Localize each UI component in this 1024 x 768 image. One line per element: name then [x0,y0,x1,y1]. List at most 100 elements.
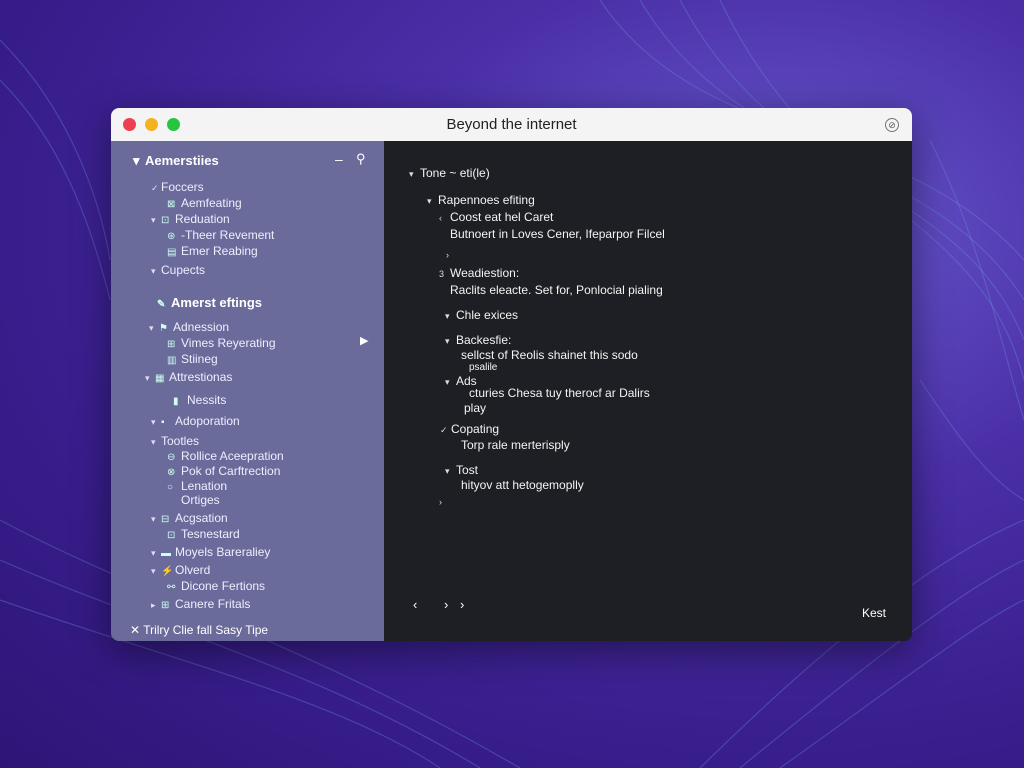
sidebar-item-label: Rollice Aceepration [181,449,284,463]
content-line[interactable]: ▾ Backesfie: [445,333,511,347]
sidebar-item[interactable]: ⊡ Tesnestard [167,527,240,541]
chevron-down-icon: ▾ [427,196,432,206]
chevron-right-icon: ▸ [151,600,156,610]
item-icon: ▮ [173,396,179,407]
sidebar-item[interactable]: ▾ ▦ Attrestionas [145,370,232,384]
sidebar-item-label: Cupects [161,263,206,277]
sidebar-item[interactable]: ⚯ Dicone Fertions [167,579,265,593]
sidebar-item-label: Canere Fritals [175,597,251,611]
content-line: Torp rale merterisply [461,438,570,452]
content-line[interactable]: ✓ Copating [440,422,499,436]
sidebar-item-label: Stiineg [181,352,218,366]
content-line: cturies Chesa tuy therocf ar Dalirs [469,386,650,400]
content-line[interactable]: ▾ Tone ~ eti(le) [409,166,490,180]
sidebar-item[interactable]: ⊗ Pok of Carftrection [167,464,280,478]
sidebar-item[interactable]: ▾ ▬ Moyels Bareraliey [151,545,270,559]
chevron-down-icon: ▾ [151,266,156,276]
sidebar-item[interactable]: ▾ ⚡ Olverd [151,563,210,577]
sidebar-item[interactable]: ▥ Stiineg [167,352,218,366]
sidebar-item-label: Aemfeating [181,196,242,210]
item-icon: ▦ [155,373,165,384]
sidebar: ▾ Aemerstiies – ⚲ ✓ Foccers ⊠ Aemfeating ▾ ⊡… [111,141,384,641]
sidebar-item-label: Attrestionas [169,370,233,384]
sidebar-item[interactable]: ▸ ⊞ Canere Fritals [151,597,250,611]
item-icon: ▥ [167,355,177,366]
kest-button[interactable]: Kest [862,606,886,620]
content-line-text: Chle exices [456,308,519,322]
content-line-text: cturies Chesa tuy therocf ar Dalirs [469,386,650,400]
sidebar-item[interactable]: ▾ ⚑ Adnession [149,320,229,334]
sidebar-item[interactable]: ▮ Nessits [173,393,226,407]
sidebar-item[interactable]: ⊛ -Theer Revement [167,228,274,242]
main-content: ▾ Tone ~ eti(le) ▾ Rapennoes efiting ‹ Coos… [384,141,912,641]
sidebar-item[interactable]: ⊞ Vimes Reyerating [167,336,276,350]
content-line[interactable]: 3 Weadiestion: [439,266,519,280]
content-line[interactable]: ▾ Chle exices [445,308,518,322]
chevron-right-icon: › [439,497,442,507]
chevron-down-icon: ▾ [133,153,140,168]
sidebar-item-label: Amerst eftings [171,295,263,310]
content-line-text: play [464,401,487,415]
chevron-down-icon: ▾ [151,417,156,427]
chevron-down-icon: ▾ [151,548,156,558]
flag-icon: ⚑ [159,323,168,334]
sidebar-item-label: Olverd [175,563,211,577]
app-window: Beyond the internet ⊘ ▾ Aemerstiies – ⚲ ✓… [111,108,912,641]
content-line-text: Tost [456,463,479,477]
content-line: sellcst of Reolis shainet this sodo [461,348,638,362]
sidebar-item[interactable]: Ortiges [181,493,220,507]
item-icon: ⊟ [161,514,170,525]
play-icon[interactable]: ▶ [360,334,368,347]
content-line-text: Torp rale merterisply [461,438,570,452]
sidebar-header[interactable]: ▾ Aemerstiies [133,153,219,169]
sidebar-footer[interactable]: ✕ Trilry Clie fall Sasy Tipe [130,623,268,637]
sidebar-item[interactable]: ▤ Emer Reabing [167,244,258,258]
chevron-down-icon: ▾ [409,169,414,179]
item-icon: ▪ [161,417,165,428]
sidebar-item-label: Pok of Carftrection [181,464,281,478]
sidebar-item[interactable]: ⊖ Rollice Aceepration [167,449,284,463]
content-line[interactable]: ▾ Tost [445,463,478,477]
forward-button[interactable]: › [444,597,448,612]
sidebar-item-label: Adnession [173,320,230,334]
back-button[interactable]: ‹ [413,597,417,612]
content-line-text: sellcst of Reolis shainet this sodo [461,348,638,362]
content-line-text: Weadiestion: [450,266,520,280]
item-icon: ⊛ [167,231,176,242]
content-line-text: Tone ~ eti(le) [420,166,490,180]
circle-icon: ○ [167,482,174,493]
chevron-down-icon: ▾ [145,373,150,383]
sidebar-item[interactable]: ⊠ Aemfeating [167,196,242,210]
sidebar-item[interactable]: ▾ Tootles [151,434,199,448]
content-line[interactable]: ‹ Coost eat hel Caret [439,210,553,224]
content-line[interactable]: ▾ Rapennoes efiting [427,193,535,207]
sidebar-item-label: Reduation [175,212,230,226]
number-marker: 3 [439,269,445,279]
forward-secondary-button[interactable]: › [460,597,464,612]
sidebar-section-heading[interactable]: ✎ Amerst eftings [157,295,262,310]
content-line[interactable]: › [446,247,457,261]
chevron-down-icon: ▾ [445,311,450,321]
sidebar-item[interactable]: ▾ ⊡ Reduation [151,212,230,226]
sidebar-item-label: Emer Reabing [181,244,258,258]
content-line: play [464,401,486,415]
collapse-icon[interactable]: – [335,151,343,167]
pen-icon: ✎ [157,299,166,310]
sidebar-item[interactable]: ○ Lenation [167,479,227,493]
sidebar-item[interactable]: ▾ Cupects [151,263,205,277]
share-icon[interactable]: ⊘ [885,118,899,132]
content-line: Raclits eleacte. Set for, Ponlocial pial… [450,283,663,297]
content-line-text: Copating [451,422,500,436]
item-icon: ⊞ [161,600,170,611]
sidebar-item-label: Ortiges [181,493,220,507]
content-line[interactable]: › [439,494,450,508]
window-title: Beyond the internet [446,116,577,133]
sidebar-item[interactable]: ▾ ⊟ Acgsation [151,511,228,525]
sidebar-item[interactable]: ✓ Foccers [151,180,204,194]
sidebar-item-label: -Theer Revement [181,228,275,242]
sidebar-item-label: Moyels Bareraliey [175,545,271,559]
content-line: Butnoert in Loves Cener, Ifeparpor Filce… [450,227,665,241]
item-icon: ⊗ [167,467,176,478]
sidebar-item[interactable]: ▾ ▪ Adoporation [151,414,240,428]
pin-icon[interactable]: ⚲ [356,151,366,167]
